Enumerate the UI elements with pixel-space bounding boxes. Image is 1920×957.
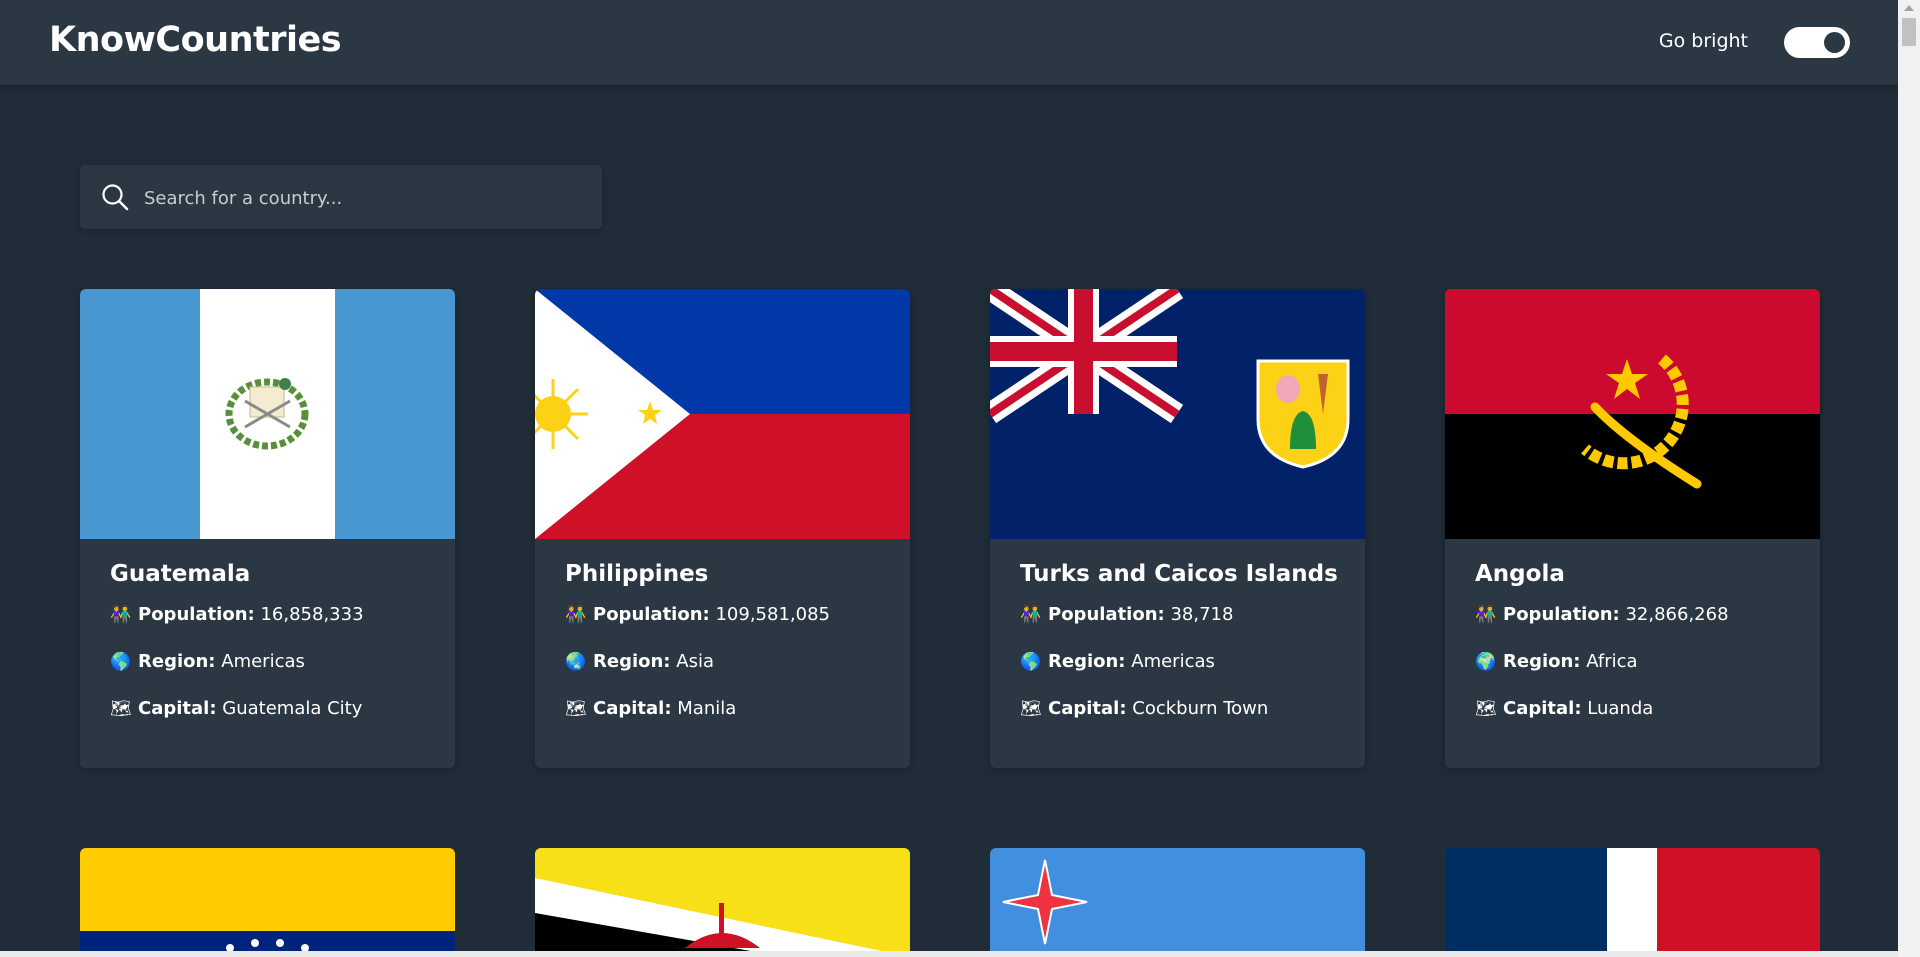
region-value: Africa [1586,651,1638,672]
population-value: 16,858,333 [260,604,364,625]
family-icon: 👫 [110,605,132,625]
philippines-flag [535,289,910,539]
capital-value: Cockburn Town [1132,698,1269,719]
country-card-angola[interactable]: Angola 👫 Population: 32,866,268 🌍 Region: … [1445,289,1820,768]
family-icon: 👫 [565,605,587,625]
region-row: 🌎 Region: Americas [1020,651,1215,672]
guatemala-flag [80,289,455,539]
scrollbar[interactable] [1898,0,1920,957]
country-card-partial[interactable] [990,848,1365,957]
world-map-icon: 🗺 [110,699,132,719]
globe-icon: 🌏 [565,652,587,672]
capital-value: Guatemala City [222,698,363,719]
globe-icon: 🌍 [1475,652,1497,672]
country-card-partial[interactable] [80,848,455,957]
capital-value: Luanda [1587,698,1654,719]
region-value: Americas [1131,651,1215,672]
venezuela-flag [80,848,455,957]
country-card-philippines[interactable]: Philippines 👫 Population: 109,581,085 🌏 Re… [535,289,910,768]
country-name: Guatemala [110,561,251,587]
population-value: 38,718 [1170,604,1234,625]
region-row: 🌍 Region: Africa [1475,651,1638,672]
country-name: Philippines [565,561,709,587]
horizontal-scrollbar [0,951,1898,957]
aruba-flag [990,848,1365,957]
country-name: Angola [1475,561,1565,587]
scroll-up-arrow-icon[interactable] [1904,5,1914,11]
theme-toggle[interactable] [1784,27,1850,58]
brunei-flag [535,848,910,957]
capital-row: 🗺 Capital: Guatemala City [110,698,363,719]
capital-row: 🗺 Capital: Luanda [1475,698,1654,719]
population-row: 👫 Population: 16,858,333 [110,604,364,625]
header: KnowCountries Go bright [0,0,1898,85]
country-card-turks-and-caicos[interactable]: Turks and Caicos Islands 👫 Population: 38… [990,289,1365,768]
region-value: Asia [676,651,714,672]
scroll-thumb[interactable] [1902,18,1916,46]
region-row: 🌏 Region: Asia [565,651,714,672]
globe-icon: 🌎 [1020,652,1042,672]
population-row: 👫 Population: 109,581,085 [565,604,830,625]
population-value: 109,581,085 [715,604,830,625]
region-value: Americas [221,651,305,672]
turks-and-caicos-flag [990,289,1365,539]
toggle-knob [1824,32,1845,53]
capital-row: 🗺 Capital: Cockburn Town [1020,698,1269,719]
population-row: 👫 Population: 32,866,268 [1475,604,1729,625]
family-icon: 👫 [1475,605,1497,625]
country-name: Turks and Caicos Islands [1020,561,1338,587]
capital-value: Manila [677,698,737,719]
angola-flag [1445,289,1820,539]
world-map-icon: 🗺 [1475,699,1497,719]
region-row: 🌎 Region: Americas [110,651,305,672]
search-icon [102,184,129,211]
family-icon: 👫 [1020,605,1042,625]
dominican-republic-flag [1445,848,1820,957]
population-value: 32,866,268 [1625,604,1729,625]
world-map-icon: 🗺 [565,699,587,719]
country-card-partial[interactable] [535,848,910,957]
search-input[interactable] [142,165,586,231]
world-map-icon: 🗺 [1020,699,1042,719]
app-title[interactable]: KnowCountries [49,20,342,60]
country-card-guatemala[interactable]: Guatemala 👫 Population: 16,858,333 🌎 Regio… [80,289,455,768]
theme-toggle-label: Go bright [1658,30,1748,52]
globe-icon: 🌎 [110,652,132,672]
search-box [80,165,602,231]
population-row: 👫 Population: 38,718 [1020,604,1234,625]
capital-row: 🗺 Capital: Manila [565,698,737,719]
country-card-partial[interactable] [1445,848,1820,957]
